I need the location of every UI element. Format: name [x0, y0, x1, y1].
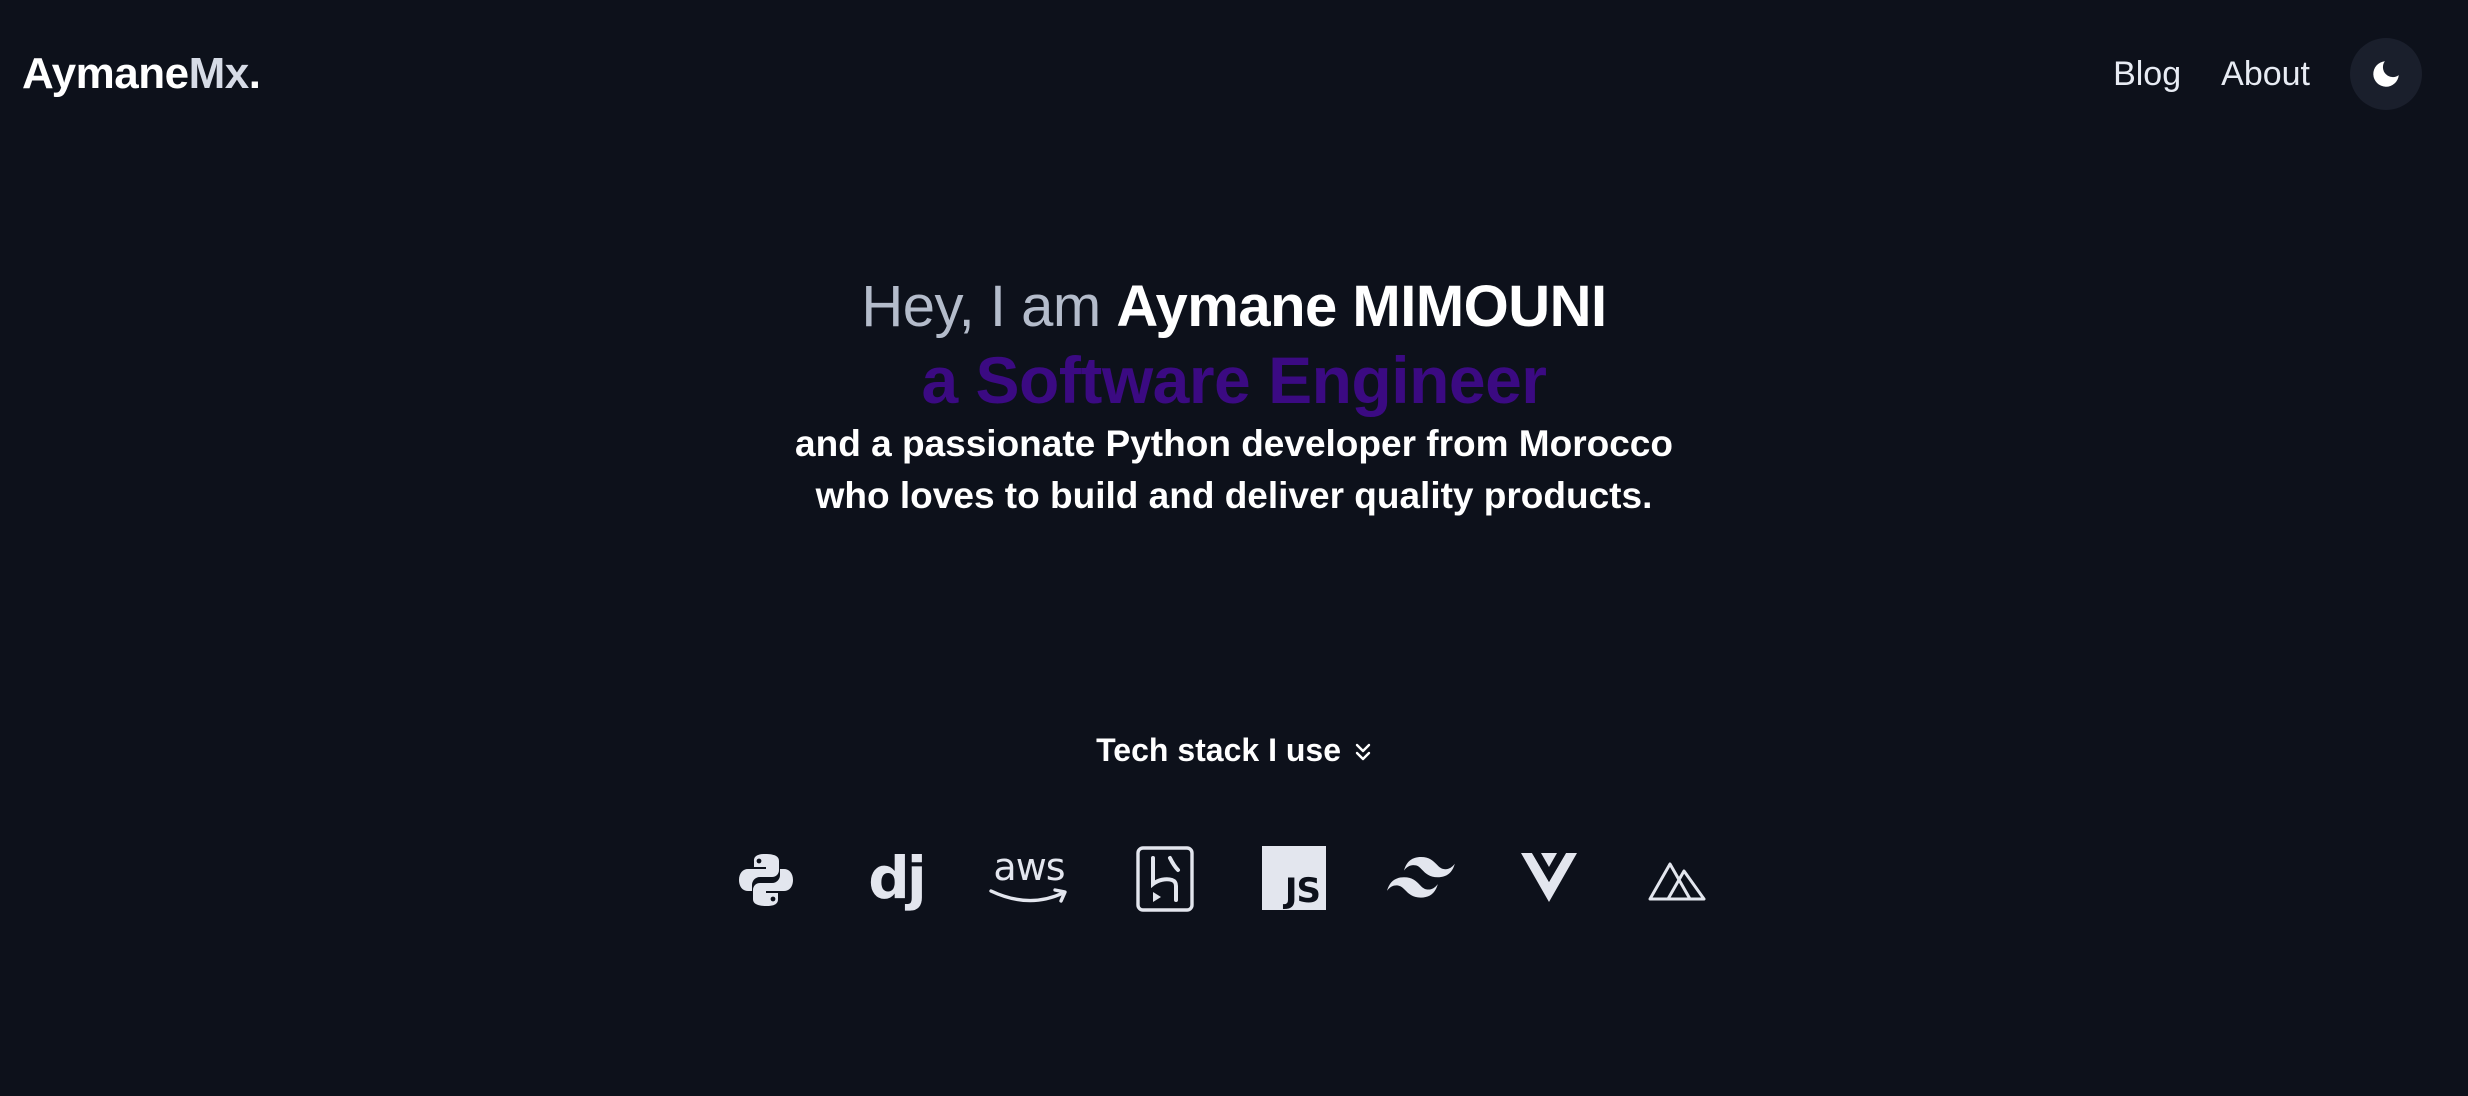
tailwind-icon — [1386, 852, 1456, 902]
brand-main: Aymane — [22, 49, 189, 98]
page: AymaneMx. Blog About Hey, I am Aymane MI… — [0, 0, 2468, 1096]
javascript-label: JS — [1284, 871, 1321, 911]
theme-toggle-button[interactable] — [2350, 38, 2422, 110]
vue-icon — [1518, 850, 1580, 906]
brand-accent: Mx — [188, 49, 250, 98]
hero-role: a Software Engineer — [921, 343, 1547, 417]
moon-icon — [2373, 61, 2399, 87]
aws-icon: aws — [986, 842, 1072, 912]
hero-section: Hey, I am Aymane MIMOUNI a Software Engi… — [0, 270, 2468, 524]
hero-greeting: Hey, I am Aymane MIMOUNI — [0, 270, 2468, 344]
nav-about-link[interactable]: About — [2221, 38, 2310, 110]
greeting-prefix: Hey, I am — [861, 274, 1101, 339]
heroku-icon — [1136, 846, 1194, 912]
javascript-icon: JS — [1262, 846, 1326, 910]
django-icon: dj — [866, 840, 926, 916]
brand-logo[interactable]: AymaneMx. — [22, 44, 261, 104]
django-label: dj — [868, 844, 926, 912]
nav-blog-link[interactable]: Blog — [2113, 38, 2181, 110]
nuxt-icon — [1648, 854, 1706, 904]
python-icon — [736, 850, 796, 910]
double-chevron-down-icon — [1355, 743, 1371, 760]
hero-description-line1: and a passionate Python developer from M… — [795, 423, 1673, 464]
aws-label: aws — [993, 845, 1065, 889]
hero-description-line2: who loves to build and deliver quality p… — [815, 475, 1653, 516]
tech-stack-title: Tech stack I use — [1096, 732, 1341, 768]
aws-smile — [989, 888, 1067, 903]
hero-name: Aymane MIMOUNI — [1116, 274, 1607, 339]
tech-stack-toggle[interactable]: Tech stack I use — [0, 728, 2468, 772]
top-nav: Blog About — [2113, 38, 2468, 110]
brand-dot: . — [248, 49, 261, 98]
tech-stack-icons: dj aws JS — [0, 838, 2468, 918]
